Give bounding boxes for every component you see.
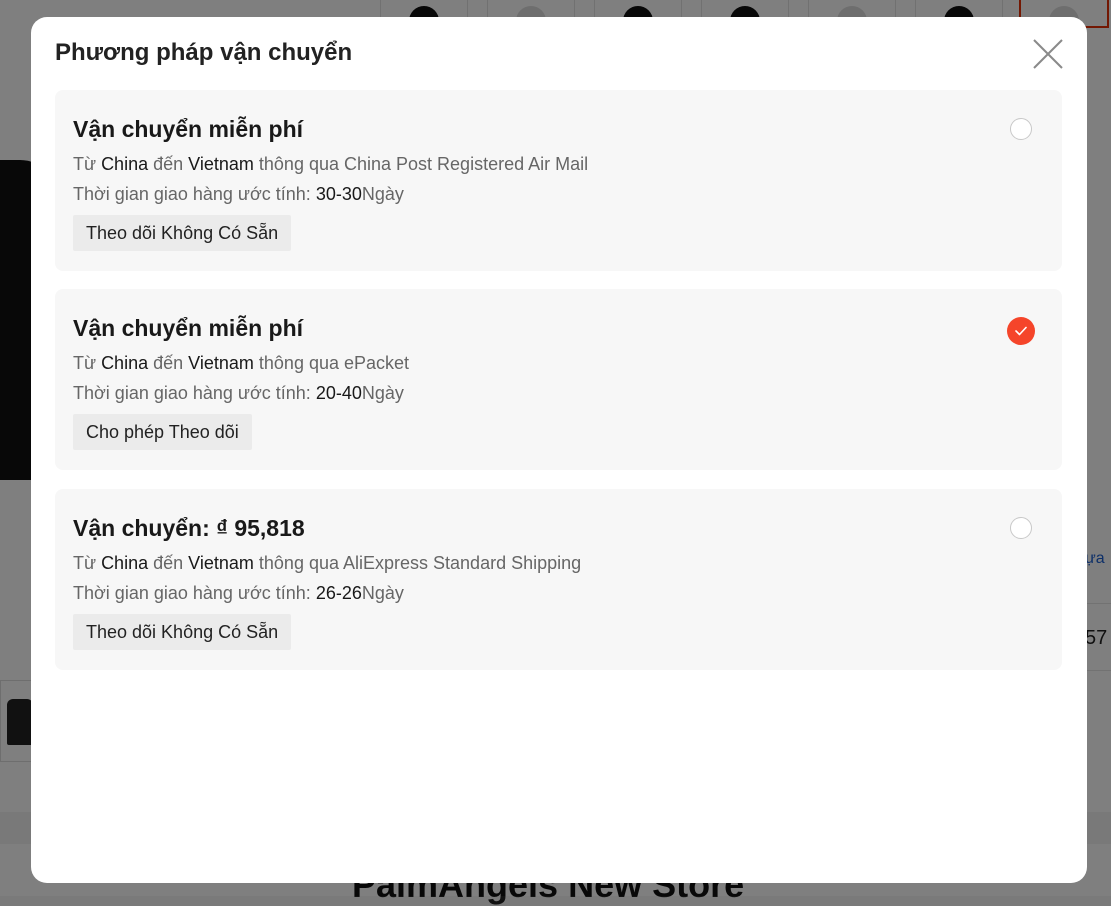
shipping-option-aliexpress-standard[interactable]: Vận chuyển: ₫ 95,818 Từ China đến Vietna… [55, 489, 1062, 670]
option-delivery-time: Thời gian giao hàng ước tính: 20-40Ngày [73, 383, 404, 404]
shipping-method-modal: Phương pháp vận chuyển Vận chuyển miễn p… [31, 17, 1087, 883]
route-destination: Vietnam [188, 154, 254, 174]
option-delivery-time: Thời gian giao hàng ước tính: 30-30Ngày [73, 184, 404, 205]
shipping-option-epacket[interactable]: Vận chuyển miễn phí Từ China đến Vietnam… [55, 289, 1062, 470]
option-route: Từ China đến Vietnam thông qua AliExpres… [73, 553, 581, 574]
delivery-time-label: Thời gian giao hàng ước tính: [73, 583, 311, 603]
route-origin: China [101, 353, 149, 373]
option-route: Từ China đến Vietnam thông qua China Pos… [73, 154, 588, 175]
modal-title: Phương pháp vận chuyển [55, 39, 353, 66]
route-via-prefix: thông qua [258, 353, 339, 373]
delivery-time-unit: Ngày [361, 383, 404, 403]
radio-button-checked[interactable] [1007, 317, 1035, 345]
tracking-badge: Theo dõi Không Có Sẵn [73, 614, 292, 650]
delivery-time-range: 30-30 [315, 184, 362, 204]
option-title: Vận chuyển: ₫ 95,818 [73, 515, 305, 541]
route-via-prefix: thông qua [258, 154, 339, 174]
route-to-prefix: đến [153, 553, 184, 573]
route-destination: Vietnam [188, 353, 254, 373]
option-route: Từ China đến Vietnam thông qua ePacket [73, 353, 409, 374]
route-from-prefix: Từ [73, 353, 97, 373]
route-origin: China [101, 154, 149, 174]
tracking-badge: Cho phép Theo dõi [73, 414, 252, 450]
close-button[interactable] [1031, 37, 1065, 71]
radio-button[interactable] [1010, 118, 1032, 140]
route-to-prefix: đến [153, 154, 184, 174]
route-from-prefix: Từ [73, 553, 97, 573]
route-origin: China [101, 553, 149, 573]
delivery-time-label: Thời gian giao hàng ước tính: [73, 383, 311, 403]
option-delivery-time: Thời gian giao hàng ước tính: 26-26Ngày [73, 583, 404, 604]
route-carrier: ePacket [344, 353, 410, 373]
route-from-prefix: Từ [73, 154, 97, 174]
route-carrier: China Post Registered Air Mail [344, 154, 589, 174]
route-to-prefix: đến [153, 353, 184, 373]
option-title: Vận chuyển miễn phí [73, 116, 304, 142]
route-via-prefix: thông qua [258, 553, 339, 573]
radio-button[interactable] [1010, 517, 1032, 539]
shipping-option-china-post[interactable]: Vận chuyển miễn phí Từ China đến Vietnam… [55, 90, 1062, 271]
checkmark-icon [1015, 326, 1027, 336]
tracking-badge: Theo dõi Không Có Sẵn [73, 215, 292, 251]
route-destination: Vietnam [188, 553, 254, 573]
delivery-time-unit: Ngày [361, 583, 404, 603]
option-title: Vận chuyển miễn phí [73, 315, 304, 341]
delivery-time-range: 20-40 [315, 383, 362, 403]
delivery-time-label: Thời gian giao hàng ước tính: [73, 184, 311, 204]
close-icon [1033, 39, 1063, 69]
route-carrier: AliExpress Standard Shipping [343, 553, 582, 573]
delivery-time-unit: Ngày [361, 184, 404, 204]
delivery-time-range: 26-26 [315, 583, 362, 603]
